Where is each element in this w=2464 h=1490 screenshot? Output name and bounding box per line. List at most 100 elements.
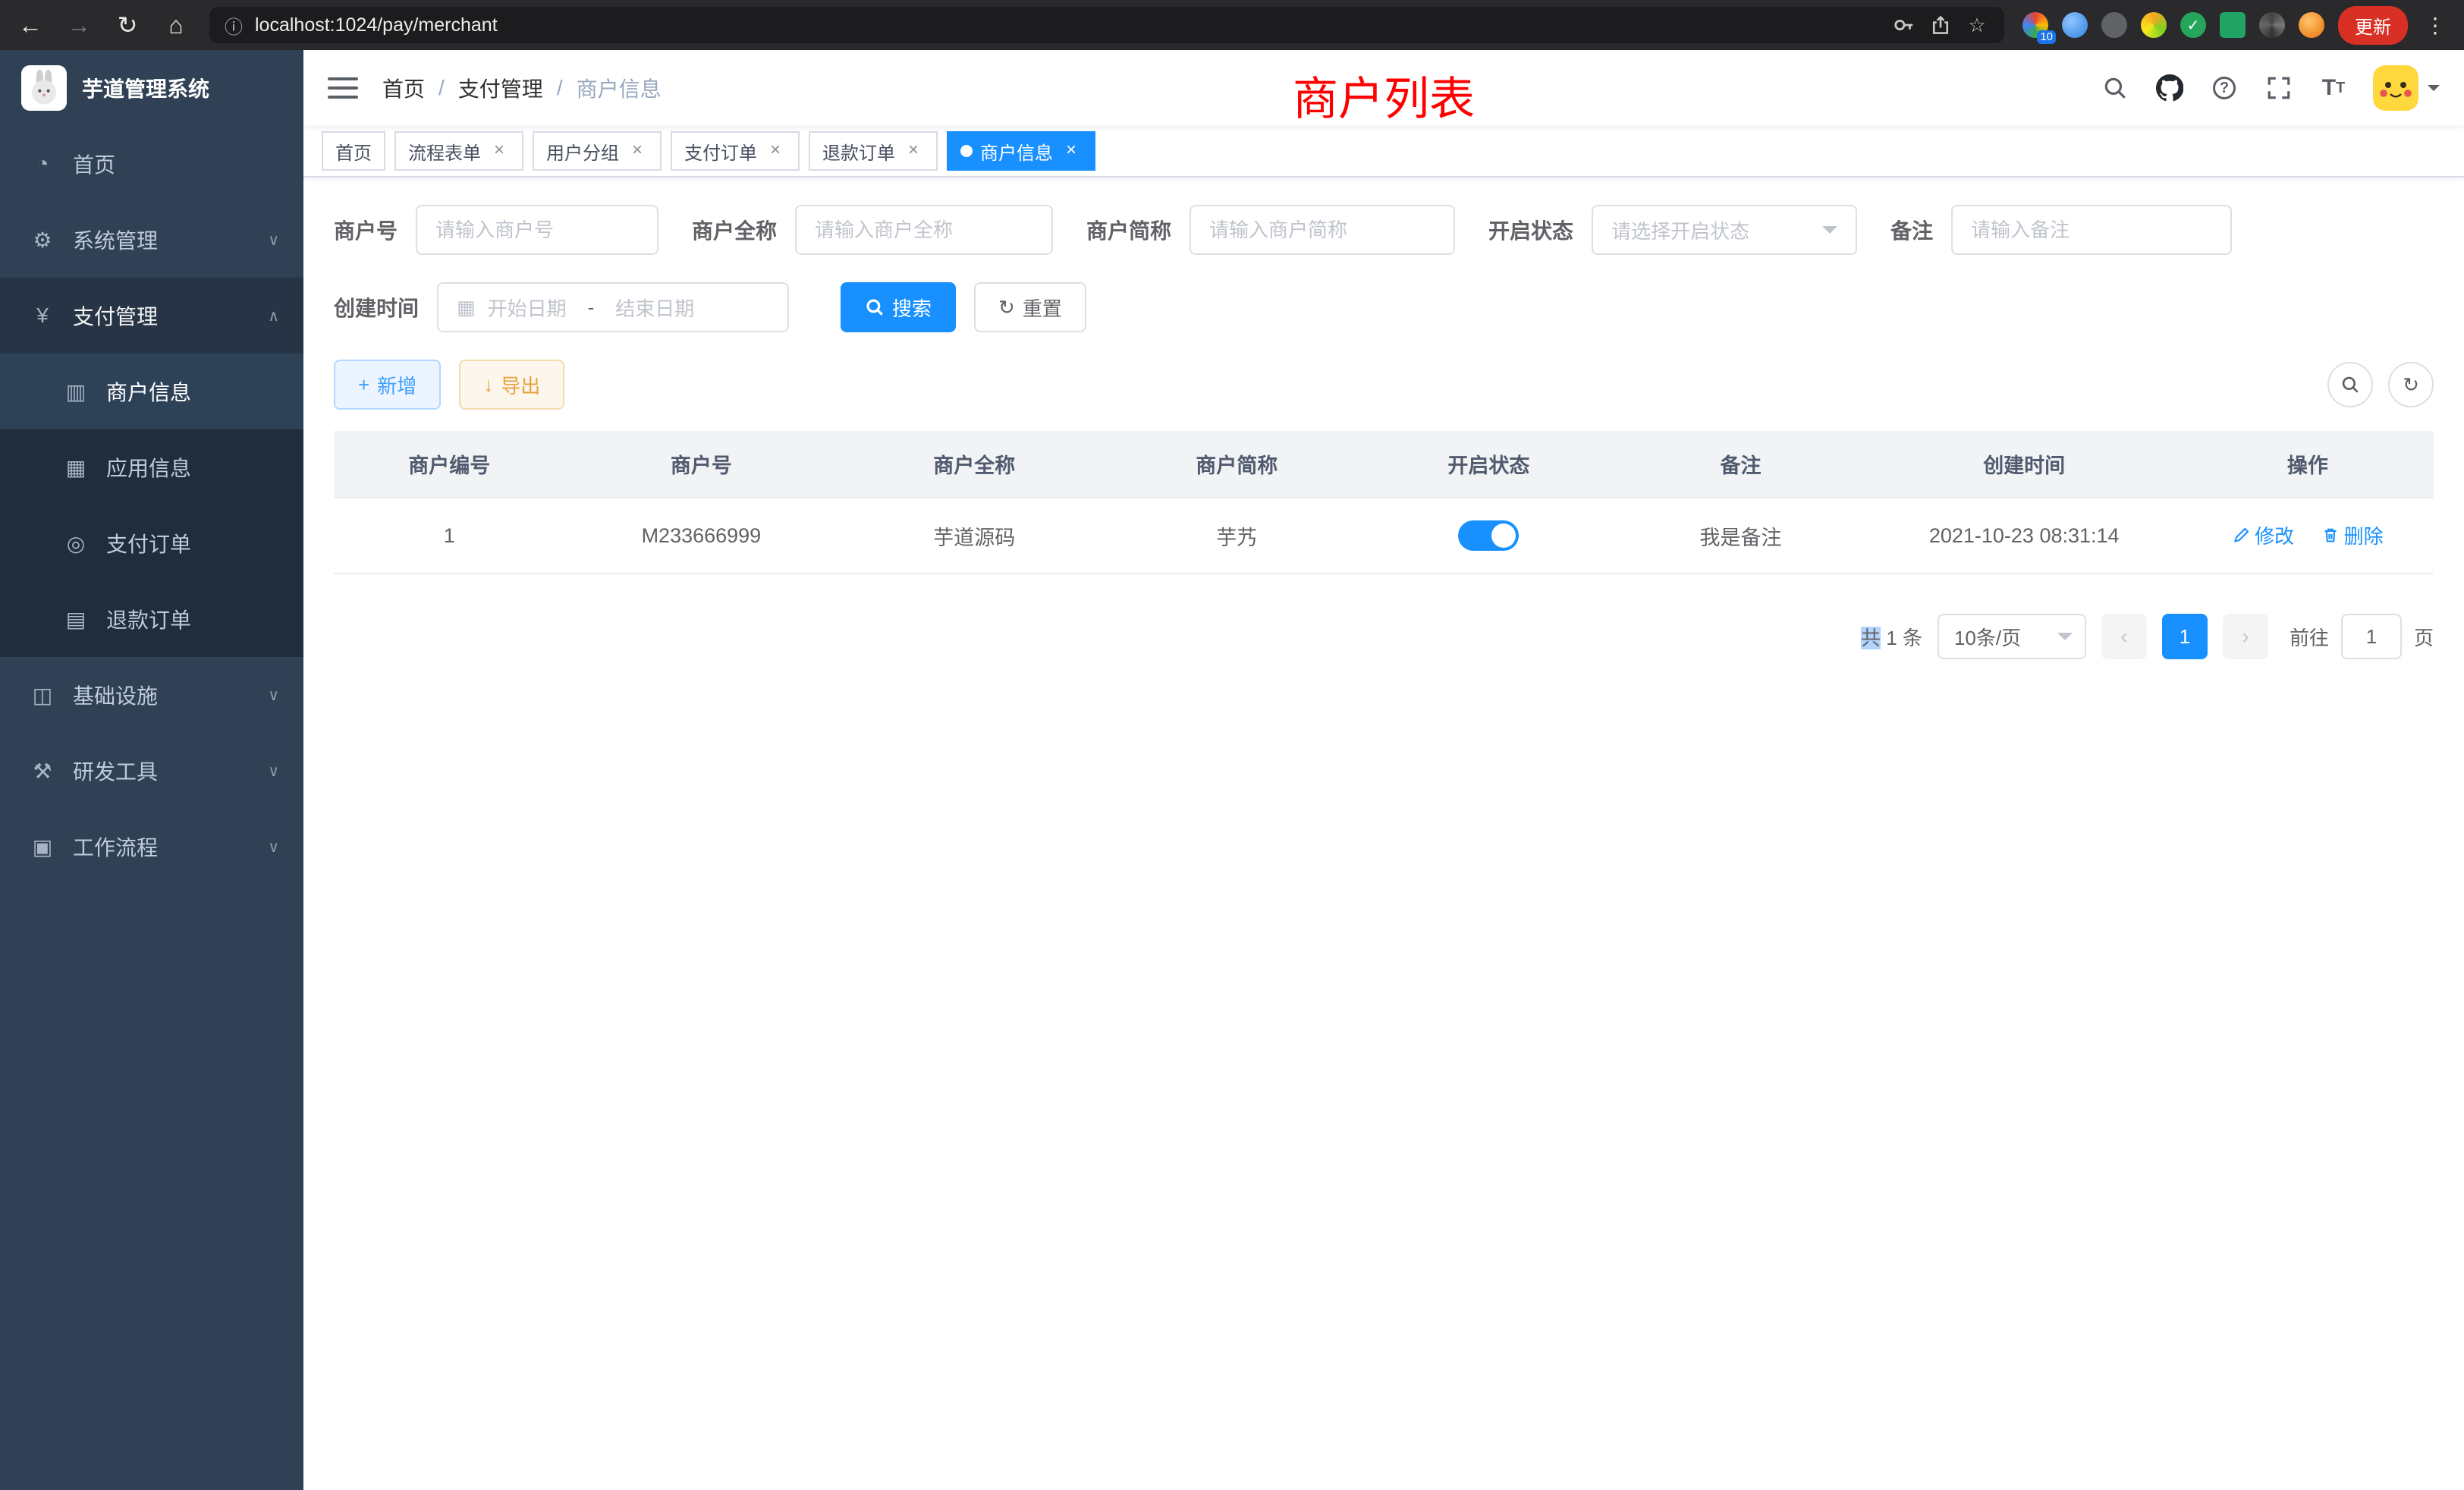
close-icon[interactable]: × <box>627 140 648 162</box>
tab-merchant-info[interactable]: 商户信息 × <box>947 131 1095 171</box>
short-name-field[interactable] <box>1209 218 1435 242</box>
close-icon[interactable]: × <box>903 140 924 162</box>
browser-toolbar: ← → ↻ ⌂ ⓘ localhost:1024/pay/merchant ☆ … <box>0 0 2464 50</box>
help-icon[interactable] <box>2209 73 2239 103</box>
extension-icon-check[interactable]: ✓ <box>2180 12 2206 38</box>
sidebar-item-pay-order[interactable]: ◎ 支付订单 <box>0 505 303 581</box>
goto-page: 前往 页 <box>2290 614 2434 659</box>
table-row: 1 M233666999 芋道源码 芋艿 我是备注 2021-10-23 08:… <box>334 498 2434 574</box>
grid-icon: ▦ <box>61 455 91 480</box>
browser-update-button[interactable]: 更新 <box>2338 6 2408 45</box>
short-name-input[interactable] <box>1190 205 1455 255</box>
sidebar-item-pay[interactable]: ¥ 支付管理 ∧ <box>0 278 303 354</box>
prev-page-button[interactable]: ‹ <box>2101 614 2147 659</box>
profile-avatar-icon[interactable] <box>2299 12 2324 38</box>
search-button[interactable]: 搜索 <box>841 282 956 332</box>
font-size-icon[interactable] <box>2318 73 2349 103</box>
sidebar-item-refund-order[interactable]: ▤ 退款订单 <box>0 581 303 657</box>
merchant-no-field[interactable] <box>435 218 639 242</box>
col-merchant-id: 商户编号 <box>334 431 564 498</box>
refresh-table-button[interactable]: ↻ <box>2388 362 2434 407</box>
button-label: 导出 <box>501 371 540 399</box>
site-info-icon[interactable]: ⓘ <box>225 12 243 39</box>
close-icon[interactable]: × <box>1061 140 1082 162</box>
close-icon[interactable]: × <box>489 140 510 162</box>
sidebar-item-workflow[interactable]: ▣ 工作流程 ∨ <box>0 809 303 885</box>
extension-icon-pinwheel[interactable] <box>2259 12 2285 38</box>
tab-home[interactable]: 首页 <box>322 131 385 171</box>
tags-view: 首页 流程表单 × 用户分组 × 支付订单 × 退款订单 × <box>303 126 2464 178</box>
extension-icon-drop[interactable] <box>2062 12 2088 38</box>
filter-merchant-no: 商户号 <box>334 205 658 255</box>
tab-refund-order[interactable]: 退款订单 × <box>809 131 938 171</box>
tab-pay-order[interactable]: 支付订单 × <box>671 131 800 171</box>
home-icon[interactable]: ⌂ <box>161 13 191 37</box>
page-number-1[interactable]: 1 <box>2162 614 2208 659</box>
sidebar-item-merchant-info[interactable]: ▥ 商户信息 <box>0 354 303 429</box>
tag-label: 商户信息 <box>980 138 1053 165</box>
main-area: 首页 / 支付管理 / 商户信息 商户列表 <box>303 50 2464 1490</box>
close-icon[interactable]: × <box>765 140 786 162</box>
bookmark-star-icon[interactable]: ☆ <box>1965 13 1989 37</box>
fullscreen-icon[interactable] <box>2264 73 2294 103</box>
sidebar-item-label: 研发工具 <box>73 756 253 786</box>
end-date-placeholder: 结束日期 <box>615 294 694 322</box>
field-label: 备注 <box>1890 215 1933 245</box>
edit-link[interactable]: 修改 <box>2232 521 2294 549</box>
extension-icon-dice[interactable]: 10 <box>2022 12 2048 38</box>
extension-icon-note[interactable] <box>2220 12 2246 38</box>
export-button[interactable]: ↓ 导出 <box>459 360 564 410</box>
reset-button[interactable]: ↻ 重置 <box>974 282 1086 332</box>
breadcrumb-current: 商户信息 <box>577 73 662 103</box>
password-key-icon[interactable] <box>1892 13 1916 37</box>
breadcrumb-separator: / <box>557 76 563 100</box>
full-name-field[interactable] <box>815 218 1033 242</box>
full-name-input[interactable] <box>795 205 1053 255</box>
back-icon[interactable]: ← <box>15 13 46 37</box>
table-header-row: 商户编号 商户号 商户全称 商户简称 开启状态 备注 创建时间 操作 <box>334 431 2434 498</box>
sidebar-item-devtools[interactable]: ⚒ 研发工具 ∨ <box>0 733 303 809</box>
remark-field[interactable] <box>1971 218 2212 242</box>
button-label: 新增 <box>377 371 416 399</box>
next-page-button[interactable]: › <box>2223 614 2268 659</box>
goto-label: 前往 <box>2290 623 2329 651</box>
col-short-name: 商户简称 <box>1111 431 1362 498</box>
top-navbar: 首页 / 支付管理 / 商户信息 商户列表 <box>303 50 2464 126</box>
github-icon[interactable] <box>2154 73 2185 103</box>
toggle-search-button[interactable] <box>2327 362 2373 407</box>
url-text: localhost:1024/pay/merchant <box>255 14 1880 36</box>
sidebar-logo[interactable]: 芋道管理系统 <box>0 50 303 126</box>
page-size-select[interactable]: 10条/页 <box>1938 614 2086 659</box>
filter-create-time: 创建时间 ▦ 开始日期 - 结束日期 <box>334 282 789 332</box>
extension-icon-color[interactable] <box>2141 12 2167 38</box>
sidebar-item-home[interactable]: ◔ 首页 <box>0 126 303 202</box>
share-icon[interactable] <box>1928 13 1953 37</box>
tab-user-group[interactable]: 用户分组 × <box>533 131 662 171</box>
merchant-no-input[interactable] <box>416 205 658 255</box>
breadcrumb-home[interactable]: 首页 <box>382 73 425 103</box>
add-button[interactable]: + 新增 <box>334 360 441 410</box>
remark-input[interactable] <box>1951 205 2232 255</box>
breadcrumb-pay[interactable]: 支付管理 <box>458 73 543 103</box>
sidebar-item-infra[interactable]: ◫ 基础设施 ∨ <box>0 657 303 733</box>
delete-link[interactable]: 删除 <box>2321 521 2384 549</box>
hamburger-icon[interactable] <box>328 77 358 99</box>
search-icon[interactable] <box>2100 73 2130 103</box>
avatar-image <box>2373 65 2418 111</box>
reload-icon[interactable]: ↻ <box>112 13 143 37</box>
goto-page-input[interactable] <box>2341 614 2402 659</box>
tab-flow-form[interactable]: 流程表单 × <box>394 131 523 171</box>
date-range-picker[interactable]: ▦ 开始日期 - 结束日期 <box>437 282 789 332</box>
sidebar-item-label: 应用信息 <box>106 452 279 483</box>
sidebar-item-app-info[interactable]: ▦ 应用信息 <box>0 429 303 505</box>
address-bar[interactable]: ⓘ localhost:1024/pay/merchant ☆ <box>209 7 2004 43</box>
forward-icon[interactable]: → <box>64 13 94 37</box>
sidebar-item-label: 退款订单 <box>106 604 279 634</box>
extension-icon-dark[interactable] <box>2101 12 2127 38</box>
browser-menu-icon[interactable]: ⋮ <box>2422 13 2449 38</box>
table-toolbar: + 新增 ↓ 导出 ↻ <box>334 360 2434 410</box>
user-avatar[interactable] <box>2373 65 2440 111</box>
sidebar-item-system[interactable]: ⚙ 系统管理 ∨ <box>0 202 303 278</box>
status-select[interactable]: 请选择开启状态 <box>1592 205 1857 255</box>
status-toggle[interactable] <box>1458 520 1519 551</box>
